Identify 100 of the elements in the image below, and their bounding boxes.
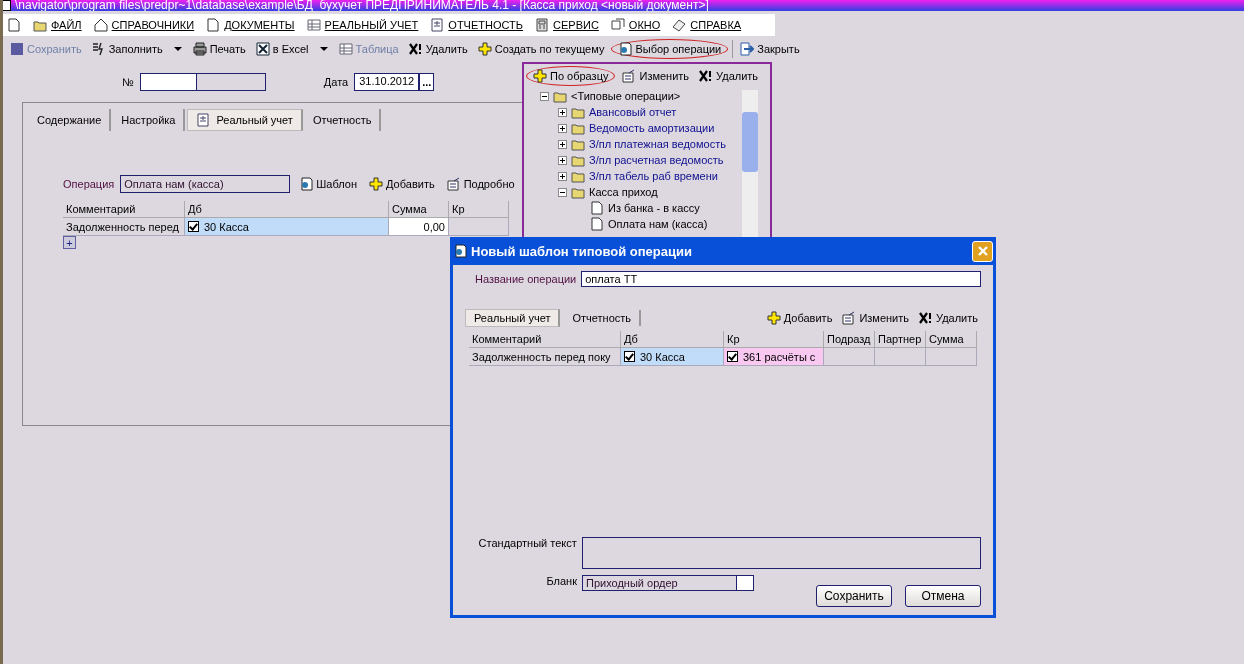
action-button[interactable]: Изменить — [839, 310, 912, 326]
folder-icon — [571, 169, 585, 183]
action-button[interactable]: Удалить — [696, 66, 762, 86]
document-icon — [7, 18, 21, 32]
menu-item[interactable]: СПРАВКА — [690, 19, 742, 31]
column-header[interactable]: Дб — [621, 331, 724, 348]
action-button[interactable]: Подробно — [443, 176, 518, 192]
delete-icon — [919, 311, 933, 325]
menu-item[interactable]: РЕАЛЬНЫЙ УЧЕТ — [324, 19, 419, 31]
scrollbar[interactable] — [742, 90, 758, 238]
folder-icon — [33, 18, 47, 32]
template-icon — [299, 177, 314, 191]
action-button[interactable]: Изменить — [619, 66, 693, 86]
tree-item[interactable]: Авансовый отчет — [589, 106, 677, 118]
toolbar-button[interactable]: Закрыть — [737, 41, 803, 57]
column-header[interactable]: Партнер — [875, 331, 926, 348]
expand-toggle-icon[interactable] — [558, 107, 567, 117]
column-header[interactable]: Кр — [724, 331, 824, 348]
tab[interactable]: Настройка — [113, 109, 186, 131]
tree-item[interactable]: Из банка - в кассу — [608, 202, 700, 214]
date-field[interactable]: 31.10.2012 — [354, 73, 420, 91]
column-header[interactable]: Подразд — [824, 331, 875, 348]
tree-item[interactable]: З/пл расчетная ведомость — [589, 154, 724, 166]
table-cell — [875, 348, 926, 366]
checkbox[interactable] — [624, 351, 635, 362]
window-title: \navigator\program files\predpr~1\database\example\БД_бухучет ПРЕДПРИНИМАТЕЛЬ 4.1 - [Касса приход <новый документ>] — [15, 0, 709, 11]
dialog-button[interactable]: Сохранить — [816, 585, 892, 607]
tree-item[interactable]: З/пл платежная ведомость — [589, 138, 726, 150]
toolbar-button[interactable]: Печать — [189, 41, 249, 57]
toolbar-button[interactable]: в Excel — [252, 41, 312, 57]
checkbox[interactable] — [188, 221, 199, 232]
table-icon — [338, 42, 353, 56]
form-icon — [430, 18, 445, 32]
delete-icon — [408, 42, 423, 56]
house-icon — [93, 18, 108, 32]
menu-item[interactable]: ДОКУМЕНТЫ — [224, 19, 295, 31]
close-icon — [977, 246, 988, 256]
table-cell — [449, 218, 509, 236]
plus-icon — [477, 42, 492, 56]
form-type-label: Бланк — [545, 575, 577, 587]
number-field[interactable] — [139, 73, 266, 91]
menu-item[interactable]: СПРАВОЧНИКИ — [111, 19, 195, 31]
template-icon — [618, 42, 633, 56]
menu-item[interactable]: ФАЙЛ — [51, 19, 82, 31]
tree-item[interactable]: Касса приход — [589, 186, 658, 198]
lightning-icon — [91, 42, 106, 56]
tab[interactable]: Содержание — [29, 109, 112, 131]
dialog-title: Новый шаблон типовой операции — [471, 243, 692, 259]
plus-icon — [533, 69, 547, 83]
tab[interactable]: Отчетность — [304, 109, 382, 131]
tree-item[interactable]: <Типовые операции> — [571, 90, 681, 102]
folder-icon — [553, 89, 567, 103]
action-button[interactable]: Шаблон — [296, 176, 361, 192]
dropdown-arrow-icon[interactable] — [319, 47, 328, 51]
expand-toggle-icon[interactable] — [558, 123, 567, 133]
date-picker-button[interactable]: ... — [419, 73, 435, 91]
toolbar-button[interactable]: Создать по текущему — [474, 41, 608, 57]
column-header[interactable]: Кр — [449, 201, 509, 218]
column-header[interactable]: Дб — [185, 201, 389, 218]
tree-item[interactable]: Оплата нам (касса) — [608, 218, 708, 230]
form-icon — [196, 113, 211, 127]
operation-name-field[interactable]: оплата ТТ — [581, 271, 981, 287]
column-header[interactable]: Комментарий — [63, 201, 185, 218]
action-button[interactable]: Добавить — [763, 310, 836, 326]
expand-toggle-icon[interactable] — [558, 155, 567, 165]
toolbar-button[interactable]: Удалить — [405, 41, 471, 57]
menu-item[interactable]: ОТЧЕТНОСТЬ — [448, 19, 523, 31]
column-header[interactable]: Сумма — [926, 331, 977, 348]
tab[interactable]: Реальный учет — [465, 309, 561, 327]
folder-icon — [571, 105, 585, 119]
add-row-button[interactable]: + — [63, 236, 76, 249]
form-type-dropdown[interactable]: Приходный ордер — [582, 575, 754, 591]
table-cell: Задолженность перед поку — [469, 348, 621, 366]
tree-item[interactable]: Ведомость амортизации — [589, 122, 715, 134]
exit-arrow-icon — [740, 42, 755, 56]
plus-icon — [766, 311, 781, 325]
operation-label: Операция — [63, 178, 115, 190]
toolbar-button[interactable]: Заполнить — [88, 41, 166, 57]
app-icon — [3, 0, 11, 11]
expand-toggle-icon[interactable] — [558, 139, 567, 149]
action-button[interactable]: Удалить — [916, 310, 981, 326]
close-button[interactable] — [972, 240, 993, 262]
expand-toggle-icon[interactable] — [558, 171, 567, 181]
dropdown-arrow-icon[interactable] — [173, 47, 182, 51]
action-button[interactable]: Добавить — [366, 176, 438, 192]
expand-toggle-icon[interactable] — [540, 91, 549, 101]
operation-field[interactable]: Оплата нам (касса) — [120, 175, 291, 193]
tab[interactable]: Отчетность — [564, 310, 642, 326]
checkbox[interactable] — [727, 351, 738, 362]
tab[interactable]: Реальный учет — [187, 109, 303, 131]
menu-item[interactable]: ОКНО — [628, 19, 661, 31]
standard-text-field[interactable] — [581, 537, 981, 569]
tree-item[interactable]: З/пл табель раб времени — [589, 170, 718, 182]
menu-item[interactable]: СЕРВИС — [553, 19, 599, 31]
folder-icon — [571, 121, 585, 135]
column-header[interactable]: Сумма — [389, 201, 449, 218]
column-header[interactable]: Комментарий — [469, 331, 621, 348]
expand-toggle-icon[interactable] — [558, 187, 567, 197]
dialog-button[interactable]: Отмена — [905, 585, 981, 607]
table-cell — [926, 348, 977, 366]
